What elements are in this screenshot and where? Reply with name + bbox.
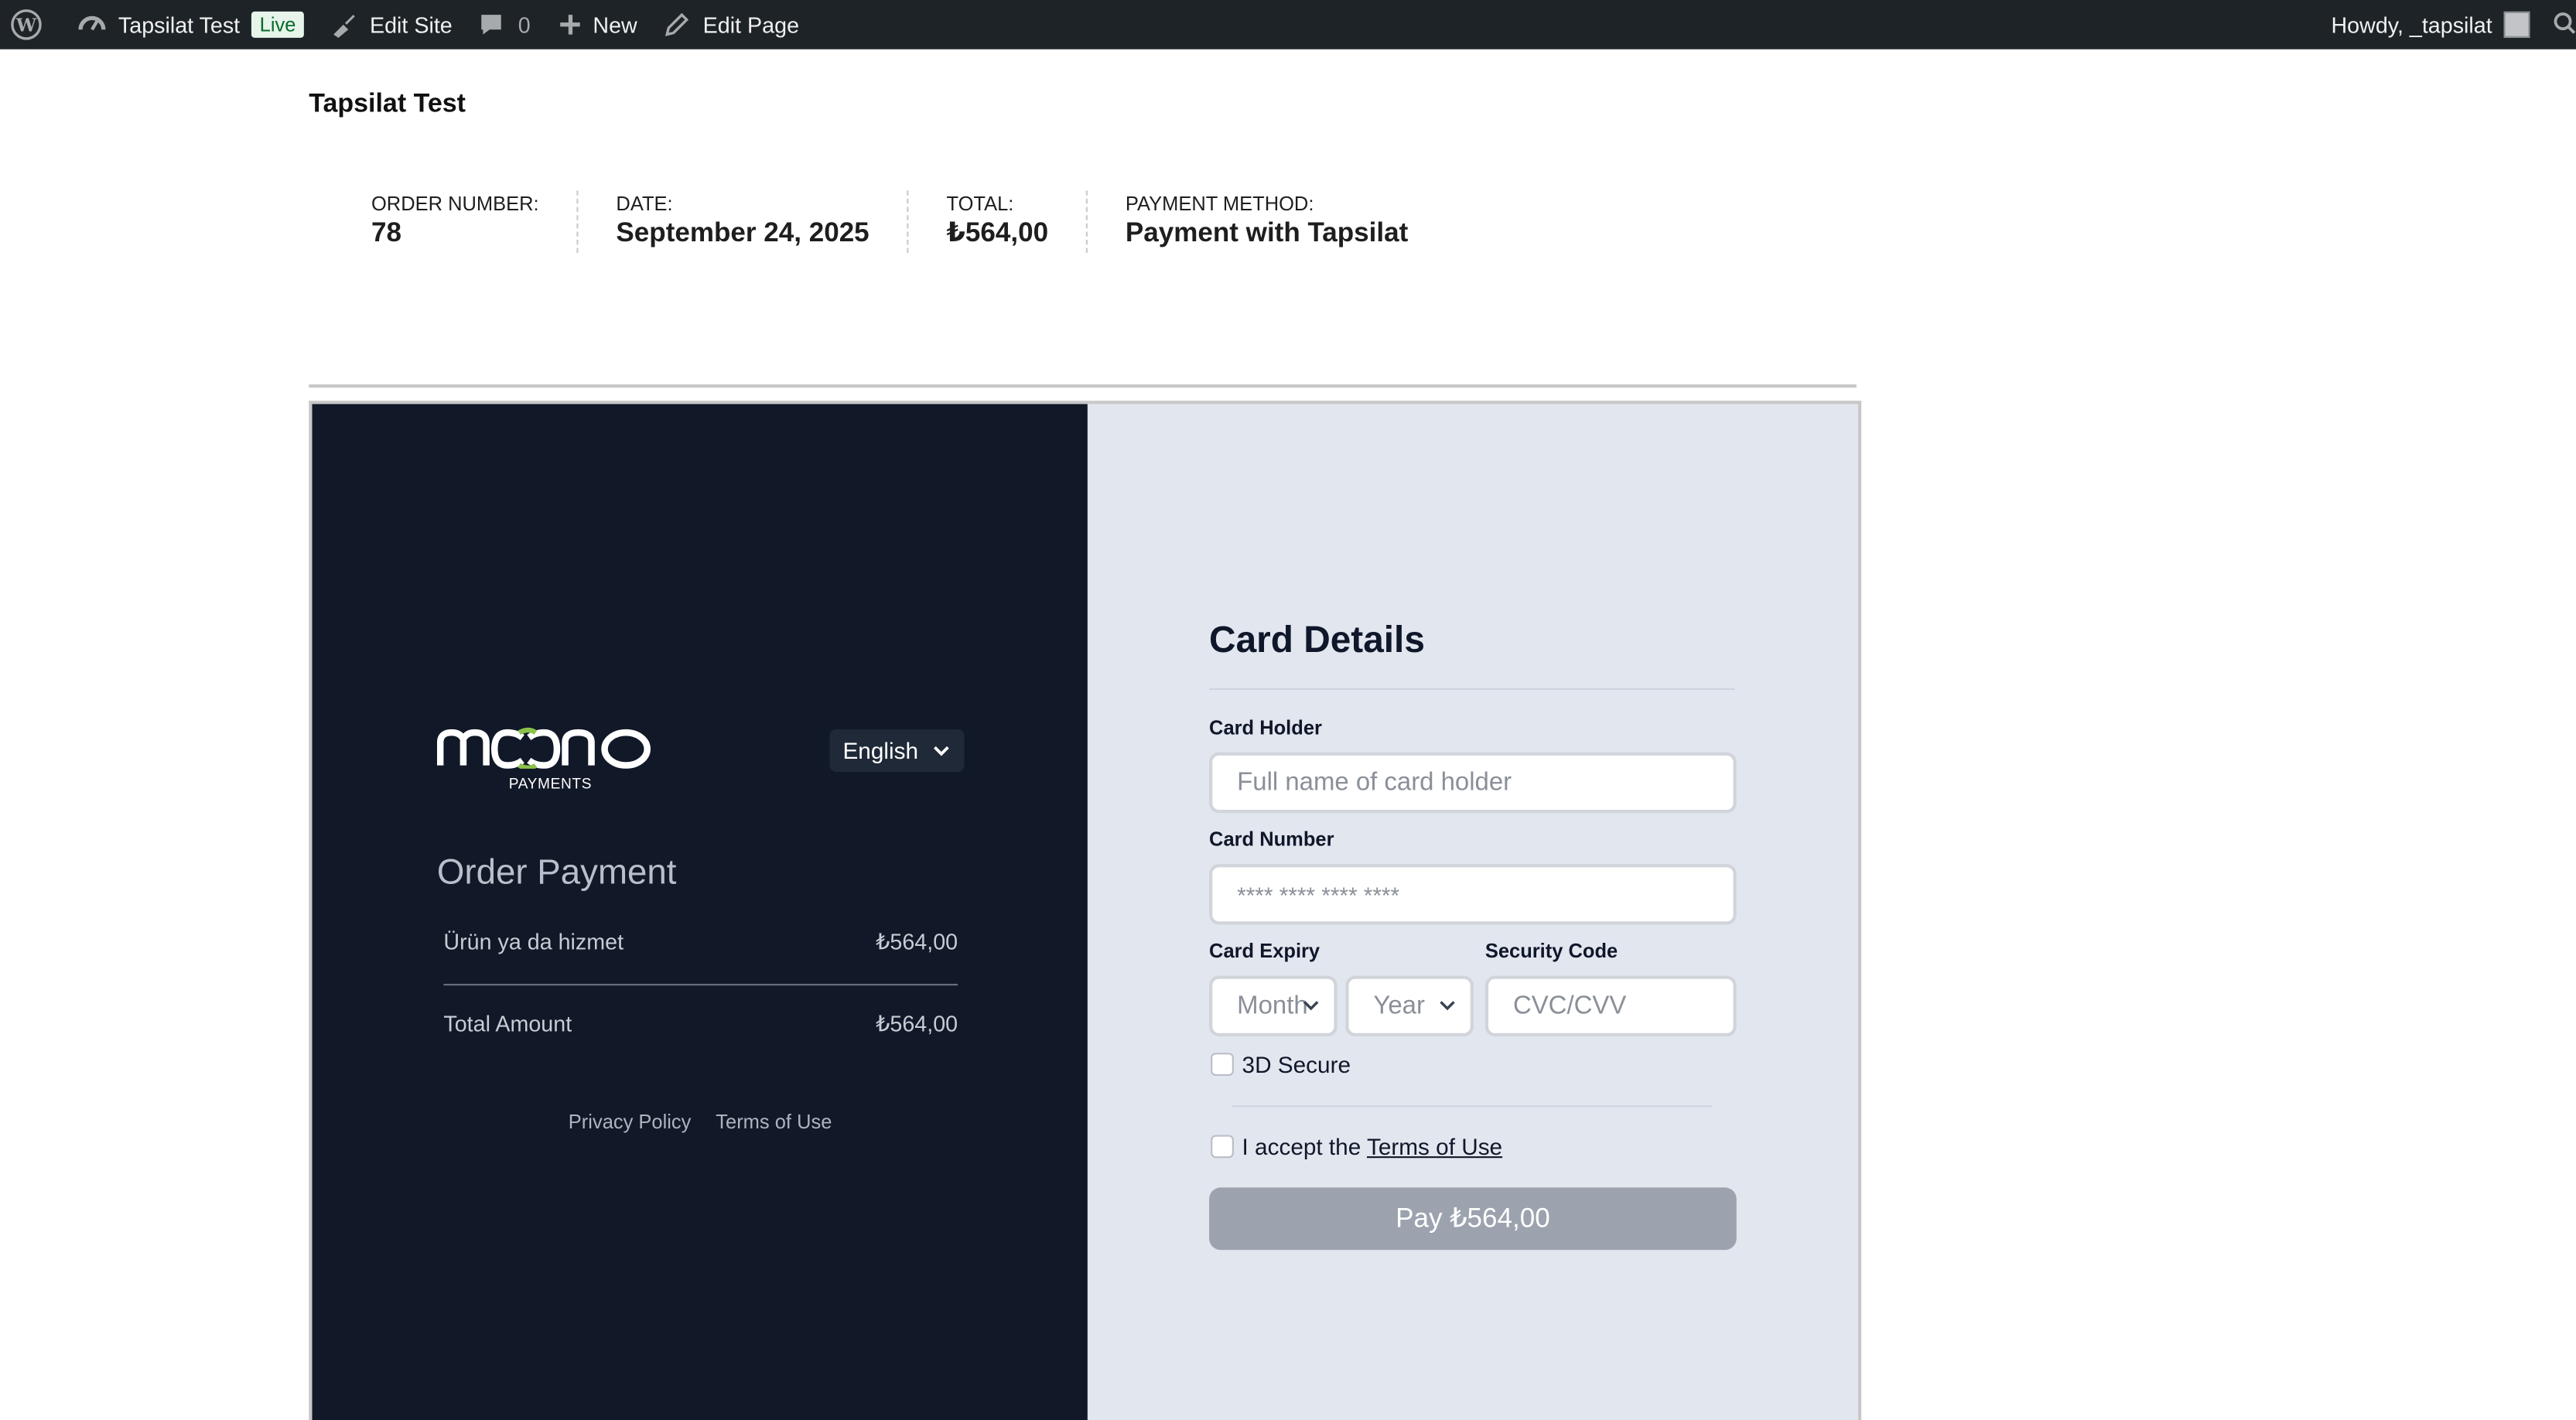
terms-divider (1232, 1105, 1712, 1108)
payment-frame: PAYMENTS English Order Payment Ürün ya d… (309, 401, 1862, 1420)
date-block: DATE: September 24, 2025 (576, 190, 907, 254)
my-account-menu[interactable]: Howdy, _tapsilat (2320, 0, 2542, 49)
month-placeholder: Month (1237, 991, 1308, 1019)
total-block: TOTAL: ₺564,00 (907, 190, 1086, 254)
site-name-menu[interactable]: Tapsilat Test Live (64, 0, 316, 49)
pay-button[interactable]: Pay ₺564,00 (1209, 1187, 1737, 1251)
card-number-input[interactable]: **** **** **** **** (1209, 864, 1737, 925)
payment-method-label: PAYMENT METHOD: (1125, 192, 1314, 216)
3d-secure-label: 3D Secure (1242, 1051, 1351, 1078)
language-value: English (842, 737, 918, 764)
mono-payments-logo: PAYMENTS (436, 726, 664, 792)
date-value: September 24, 2025 (616, 218, 869, 248)
pencil-icon (660, 9, 692, 41)
edit-page-button[interactable]: Edit Page (649, 0, 811, 49)
howdy-label: Howdy, _tapsilat (2331, 12, 2492, 37)
payment-method-value: Payment with Tapsilat (1125, 218, 1409, 248)
card-details-title: Card Details (1209, 619, 1425, 661)
chevron-down-icon (1437, 994, 1457, 1023)
chevron-down-icon (1301, 994, 1320, 1023)
plus-icon (553, 9, 586, 41)
order-number-label: ORDER NUMBER: (371, 192, 539, 216)
year-placeholder: Year (1373, 991, 1425, 1019)
order-summary-panel: PAYMENTS English Order Payment Ürün ya d… (312, 404, 1088, 1420)
expiry-year-select[interactable]: Year (1345, 975, 1474, 1037)
security-code-input[interactable]: CVC/CVV (1484, 975, 1737, 1037)
language-select[interactable]: English (829, 729, 965, 773)
terms-of-use-link[interactable]: Terms of Use (1367, 1133, 1502, 1159)
order-overview: ORDER NUMBER: 78 DATE: September 24, 202… (309, 190, 1446, 254)
summary-divider (443, 984, 958, 986)
card-details-panel: Card Details Card Holder Full name of ca… (1087, 404, 1858, 1420)
site-title[interactable]: Tapsilat Test (309, 90, 466, 120)
total-label: TOTAL: (946, 192, 1014, 216)
edit-page-label: Edit Page (702, 12, 800, 37)
security-code-placeholder: CVC/CVV (1512, 991, 1627, 1019)
order-number-value: 78 (371, 218, 401, 248)
chevron-down-icon (931, 739, 951, 766)
card-number-placeholder: **** **** **** **** (1237, 881, 1400, 908)
3d-secure-checkbox[interactable] (1211, 1053, 1234, 1077)
search-icon (2553, 11, 2576, 39)
new-content-button[interactable]: New (542, 0, 649, 49)
admin-bar: W Tapsilat Test Live Edit Site 0 New Edi… (0, 0, 2576, 49)
mono-logo-icon (436, 727, 651, 771)
live-badge: Live (251, 11, 305, 38)
edit-site-button[interactable]: Edit Site (316, 0, 464, 49)
item-name: Ürün ya da hizmet (443, 930, 624, 954)
accept-terms-checkbox[interactable] (1211, 1135, 1234, 1159)
wordpress-icon: W (10, 9, 43, 41)
date-label: DATE: (616, 192, 673, 216)
footer-links: Privacy Policy Terms of Use (569, 1111, 832, 1134)
card-holder-input[interactable]: Full name of card holder (1209, 752, 1737, 814)
card-holder-placeholder: Full name of card holder (1237, 767, 1512, 796)
card-expiry-label: Card Expiry (1209, 939, 1320, 963)
edit-site-label: Edit Site (369, 12, 453, 37)
card-holder-label: Card Holder (1209, 715, 1322, 739)
accept-terms-label: I accept the Terms of Use (1242, 1133, 1503, 1159)
order-payment-title: Order Payment (436, 852, 677, 893)
dashboard-icon (76, 9, 108, 41)
total-amount-value: ₺564,00 (876, 1012, 958, 1037)
divider (309, 384, 1857, 388)
wordpress-logo-button[interactable]: W (0, 0, 64, 49)
privacy-policy-link[interactable]: Privacy Policy (569, 1111, 692, 1134)
order-number-block: ORDER NUMBER: 78 (309, 190, 576, 253)
total-value: ₺564,00 (946, 218, 1049, 248)
terms-of-use-link[interactable]: Terms of Use (716, 1111, 832, 1134)
line-item: Ürün ya da hizmet ₺564,00 (443, 930, 958, 956)
avatar (2503, 11, 2530, 38)
logo-subtext: PAYMENTS (508, 775, 593, 792)
payment-method-block: PAYMENT METHOD: Payment with Tapsilat (1085, 190, 1446, 254)
comments-button[interactable]: 0 (464, 0, 542, 49)
card-details-divider (1209, 688, 1735, 690)
total-row: Total Amount ₺564,00 (443, 1012, 958, 1038)
total-amount-label: Total Amount (443, 1012, 572, 1037)
expiry-month-select[interactable]: Month (1209, 975, 1338, 1037)
security-code-label: Security Code (1484, 939, 1618, 963)
accept-prefix: I accept the (1242, 1133, 1367, 1160)
item-price: ₺564,00 (876, 930, 958, 954)
new-label: New (593, 12, 637, 37)
svg-text:W: W (15, 14, 37, 36)
admin-search-button[interactable] (2541, 0, 2576, 49)
brush-icon (327, 9, 360, 41)
site-name-label: Tapsilat Test (118, 12, 241, 37)
card-number-label: Card Number (1209, 828, 1334, 852)
comment-icon (475, 9, 507, 41)
comments-count: 0 (518, 12, 531, 37)
